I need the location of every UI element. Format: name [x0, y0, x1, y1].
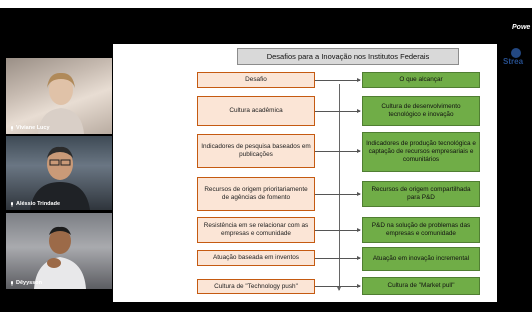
row-arrow: [315, 284, 361, 288]
goal-box: Cultura de "Market pull": [362, 277, 480, 295]
slide-title: Desafios para a Inovação nos Institutos …: [237, 48, 459, 65]
row-arrow: [315, 256, 361, 260]
challenge-box: Atuação baseada em inventos: [197, 250, 315, 266]
row-arrow: [315, 149, 361, 153]
row-arrow: [315, 228, 361, 232]
participant-tile-deyysson[interactable]: Dêyysson: [6, 213, 112, 289]
row-arrow: [315, 78, 361, 82]
participant-tile-alessio[interactable]: Aléssio Trindade: [6, 136, 112, 210]
participant-name: Aléssio Trindade: [16, 201, 61, 207]
goal-box: P&D na solução de problemas das empresas…: [362, 217, 480, 243]
challenge-box-header: Desafio: [197, 72, 315, 88]
microphone-icon: [11, 201, 13, 207]
participant-name-label: Viviane Lucy: [10, 125, 50, 131]
microphone-icon: [11, 125, 13, 131]
goal-box: Atuação em inovação incremental: [362, 247, 480, 271]
video-conference-screen: Powe Strea Viviane Lucy Aléssio Trindade…: [0, 0, 532, 320]
challenge-box: Cultura acadêmica: [197, 96, 315, 126]
challenge-box: Resistência em se relacionar com as empr…: [197, 217, 315, 243]
participant-tile-viviane[interactable]: Viviane Lucy: [6, 58, 112, 134]
stream-brand-text: Strea: [503, 57, 524, 66]
goal-box: Cultura de desenvolvimento tecnológico e…: [362, 96, 480, 126]
row-arrow: [315, 192, 361, 196]
shared-slide: Desafios para a Inovação nos Institutos …: [113, 44, 497, 302]
participant-name-label: Dêyysson: [10, 280, 42, 286]
powered-by-label: Powe: [512, 24, 531, 31]
challenge-box: Cultura de "Technology push": [197, 279, 315, 294]
participant-name-label: Aléssio Trindade: [10, 201, 60, 207]
flow-vertical-arrow: [337, 84, 341, 291]
goal-box: Indicadores de produção tecnológica e ca…: [362, 132, 480, 172]
microphone-icon: [11, 280, 13, 286]
row-arrow: [315, 109, 361, 113]
challenge-box: Indicadores de pesquisa baseados em publ…: [197, 134, 315, 168]
challenge-box: Recursos de origem prioritariamente de a…: [197, 177, 315, 211]
participant-video-icon: [30, 146, 90, 210]
participant-name: Viviane Lucy: [16, 125, 50, 131]
conference-panel: Powe Strea Viviane Lucy Aléssio Trindade…: [0, 8, 532, 312]
participant-video-icon: [34, 226, 86, 289]
goal-box: Recursos de origem compartilhada para P&…: [362, 181, 480, 207]
goal-box-header: O que alcançar: [362, 72, 480, 88]
participant-name: Dêyysson: [16, 280, 42, 286]
